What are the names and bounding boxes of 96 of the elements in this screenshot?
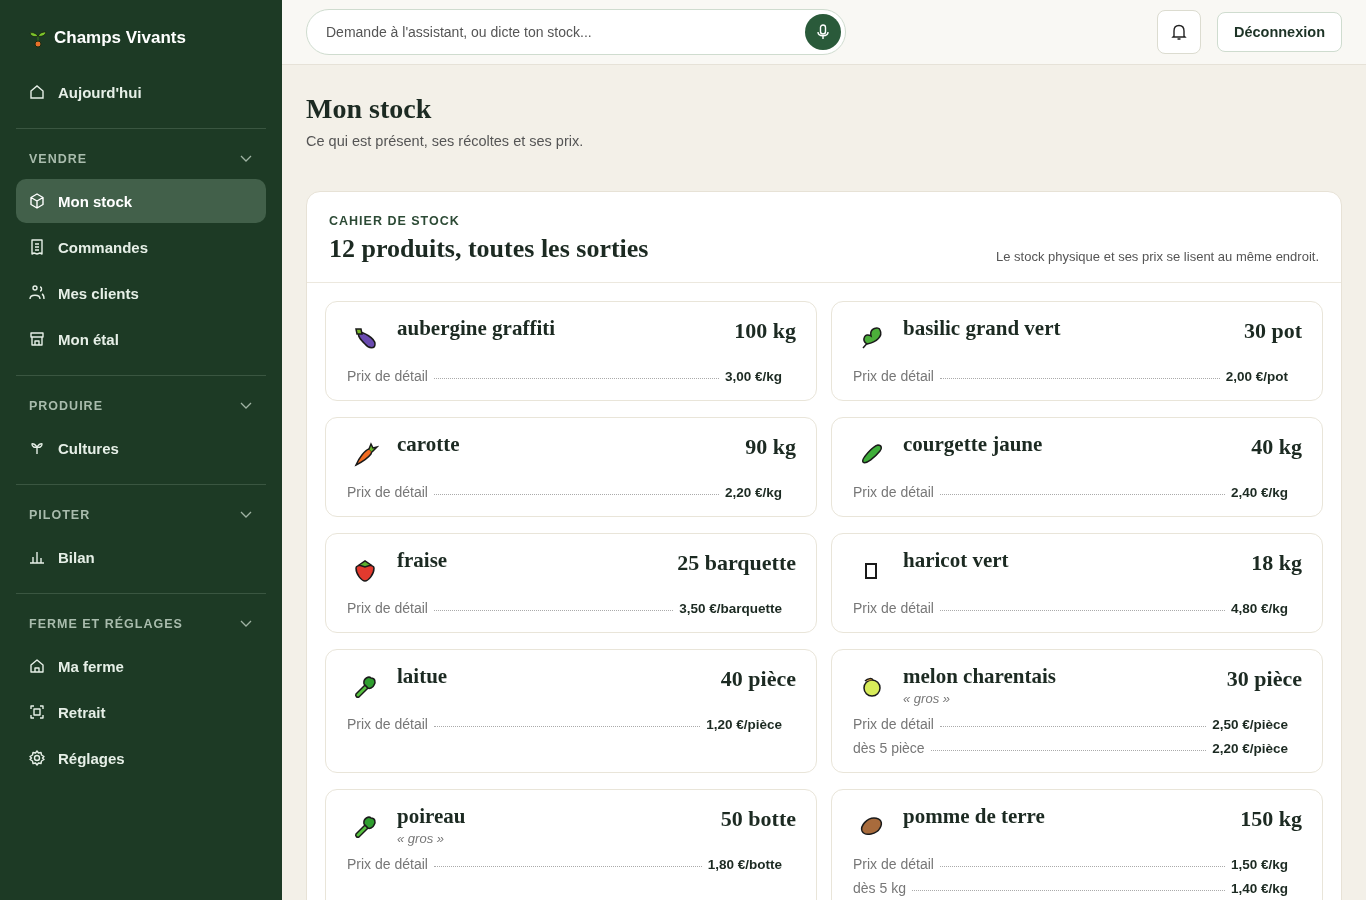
nav-item[interactable]: Retrait bbox=[16, 690, 266, 734]
nav-item[interactable]: Aujourd'hui bbox=[16, 70, 266, 114]
product-name: haricot vert bbox=[903, 548, 1010, 573]
price-label: Prix de détail bbox=[853, 856, 934, 872]
product-name: aubergine graffiti bbox=[397, 316, 557, 341]
chevron-down-icon[interactable] bbox=[240, 402, 252, 410]
price-label: Prix de détail bbox=[347, 856, 428, 872]
price-label: Prix de détail bbox=[347, 484, 428, 500]
bell-icon bbox=[1170, 23, 1187, 41]
price-value: 1,40 €/kg bbox=[1230, 880, 1288, 896]
price-label: Prix de détail bbox=[853, 484, 934, 500]
microphone-icon bbox=[816, 24, 830, 40]
product-card[interactable]: courgette jaune 40 kg Prix de détail 2,40 €/kg bbox=[831, 417, 1323, 517]
price-value: 1,20 €/pièce bbox=[706, 716, 782, 732]
price-label: dès 5 kg bbox=[853, 880, 906, 896]
notifications-button[interactable] bbox=[1156, 10, 1201, 54]
page-subtitle: Ce qui est présent, ses récoltes et ses prix. bbox=[306, 133, 585, 149]
price-value: 2,50 €/pièce bbox=[1212, 716, 1288, 732]
price-value: 3,00 €/kg bbox=[724, 368, 782, 384]
price-value: 3,50 €/barquette bbox=[679, 600, 782, 616]
page-title: Mon stock bbox=[306, 93, 433, 125]
chevron-down-icon[interactable] bbox=[240, 155, 252, 163]
settings-icon bbox=[28, 749, 46, 767]
product-variety: « gros » bbox=[903, 691, 951, 706]
logout-button[interactable]: Déconnexion bbox=[1216, 12, 1342, 52]
section-title: VENDRE bbox=[29, 152, 88, 166]
product-quantity: 100 kg bbox=[734, 318, 796, 344]
product-quantity: 30 pièce bbox=[1226, 666, 1302, 692]
sprout-logo-icon bbox=[28, 28, 48, 48]
price-label: Prix de détail bbox=[347, 368, 428, 384]
store-icon bbox=[28, 330, 46, 348]
section-title: PRODUIRE bbox=[29, 399, 103, 413]
price-value: 2,40 €/kg bbox=[1230, 484, 1288, 500]
nav-item[interactable]: Commandes bbox=[16, 225, 266, 269]
product-card[interactable]: haricot vert 18 kg Prix de détail 4,80 €/kg bbox=[831, 533, 1323, 633]
price-value: 1,50 €/kg bbox=[1230, 856, 1288, 872]
home-icon bbox=[28, 657, 46, 675]
price-value: 2,20 €/kg bbox=[724, 484, 782, 500]
price-label: Prix de détail bbox=[853, 716, 934, 732]
nav-item[interactable]: Ma ferme bbox=[16, 644, 266, 688]
product-quantity: 18 kg bbox=[1251, 550, 1302, 576]
people-icon bbox=[28, 284, 46, 302]
chevron-down-icon[interactable] bbox=[240, 620, 252, 628]
product-card[interactable]: aubergine graffiti 100 kg Prix de détail 3,00 €/kg bbox=[325, 301, 817, 401]
product-name: laitue bbox=[397, 664, 449, 689]
search-input[interactable]: Demande à l'assistant, ou dicte ton stock... bbox=[324, 23, 805, 41]
price-value: 2,20 €/pièce bbox=[1212, 740, 1288, 756]
product-quantity: 25 barquette bbox=[677, 550, 796, 576]
nav-item[interactable]: Mes clients bbox=[16, 271, 266, 315]
price-label: Prix de détail bbox=[853, 368, 934, 384]
product-card[interactable]: fraise 25 barquette Prix de détail 3,50 €/barquette bbox=[325, 533, 817, 633]
receipt-icon bbox=[28, 238, 46, 256]
panel-title: 12 produits, toutes les sorties bbox=[329, 234, 649, 264]
search-field[interactable]: Demande à l'assistant, ou dicte ton stock... bbox=[306, 9, 846, 55]
nav-item[interactable]: Mon stock bbox=[16, 179, 266, 223]
product-name: basilic grand vert bbox=[903, 316, 1062, 341]
product-quantity: 40 pièce bbox=[720, 666, 796, 692]
nav-item[interactable]: Bilan bbox=[16, 535, 266, 579]
home-icon bbox=[28, 83, 46, 101]
section-title: PILOTER bbox=[29, 508, 91, 522]
product-quantity: 150 kg bbox=[1240, 806, 1302, 832]
price-label: dès 5 pièce bbox=[853, 740, 925, 756]
product-card[interactable]: basilic grand vert 30 pot Prix de détail 2,00 €/pot bbox=[831, 301, 1323, 401]
product-name: melon charentais bbox=[903, 664, 1058, 689]
product-card[interactable]: poireau « gros » 50 botte Prix de détail 1,80 €/botte bbox=[325, 789, 817, 900]
price-label: Prix de détail bbox=[853, 600, 934, 616]
price-value: 2,00 €/pot bbox=[1225, 368, 1288, 384]
product-variety: « gros » bbox=[397, 831, 445, 846]
product-quantity: 90 kg bbox=[745, 434, 796, 460]
section-title: FERME ET RÉGLAGES bbox=[29, 617, 183, 631]
price-value: 4,80 €/kg bbox=[1230, 600, 1288, 616]
product-card[interactable]: pomme de terre 150 kg Prix de détail 1,50 €/kg dès 5 kg 1,40 €/kg bbox=[831, 789, 1323, 900]
panel-note: Le stock physique et ses prix se lisent au même endroit. bbox=[996, 249, 1319, 264]
price-label: Prix de détail bbox=[347, 716, 428, 732]
price-label: Prix de détail bbox=[347, 600, 428, 616]
panel-eyebrow: CAHIER DE STOCK bbox=[329, 214, 461, 228]
product-card[interactable]: melon charentais « gros » 30 pièce Prix de détail 2,50 €/pièce dès 5 pièce 2,20 €/pièce bbox=[831, 649, 1323, 773]
product-quantity: 30 pot bbox=[1243, 318, 1302, 344]
price-value: 1,80 €/botte bbox=[707, 856, 782, 872]
product-card[interactable]: carotte 90 kg Prix de détail 2,20 €/kg bbox=[325, 417, 817, 517]
nav-item[interactable]: Réglages bbox=[16, 736, 266, 780]
nav-item[interactable]: Cultures bbox=[16, 426, 266, 470]
product-name: poireau bbox=[397, 804, 467, 829]
product-name: pomme de terre bbox=[903, 804, 1046, 829]
product-name: courgette jaune bbox=[903, 432, 1044, 457]
brand-name: Champs Vivants bbox=[54, 28, 186, 48]
nav-item[interactable]: Mon étal bbox=[16, 317, 266, 361]
product-name: carotte bbox=[397, 432, 461, 457]
product-quantity: 50 botte bbox=[720, 806, 796, 832]
chevron-down-icon[interactable] bbox=[240, 511, 252, 519]
product-card[interactable]: laitue 40 pièce Prix de détail 1,20 €/pièce bbox=[325, 649, 817, 773]
product-quantity: 40 kg bbox=[1251, 434, 1302, 460]
cube-icon bbox=[28, 192, 46, 210]
product-name: fraise bbox=[397, 548, 449, 573]
microphone-button[interactable] bbox=[805, 14, 841, 50]
scan-frame-icon bbox=[28, 703, 46, 721]
